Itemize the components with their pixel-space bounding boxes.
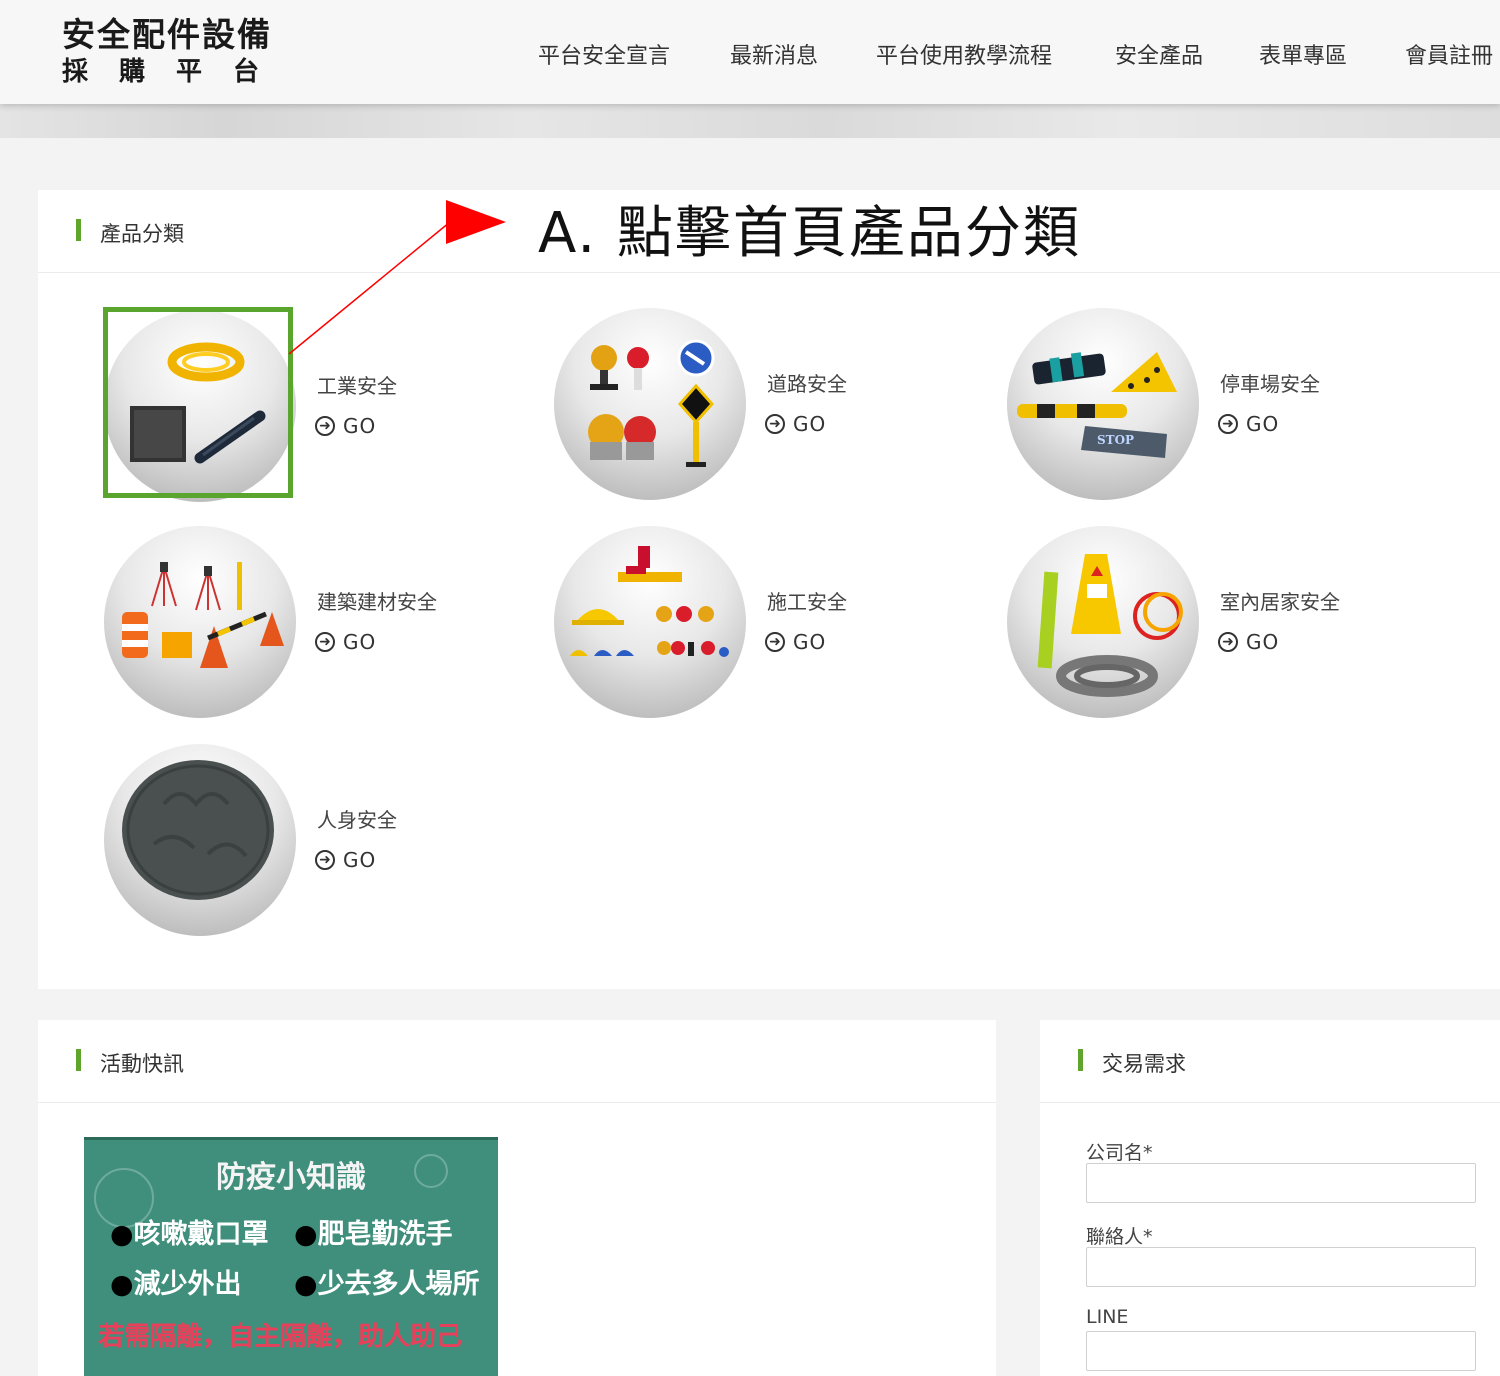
go-label: GO [793,412,827,436]
category-name-worksite: 施工安全 [767,590,847,614]
line-id-input[interactable] [1086,1331,1476,1371]
title-accent-bar [76,1049,81,1071]
category-item-home[interactable]: 室內居家安全 ➜ GO [1007,526,1427,726]
go-arrow-icon: ➜ [315,416,335,436]
category-image-construction[interactable] [104,526,296,718]
site-header: 安全配件設備 採購平台 平台安全宣言 最新消息 平台使用教學流程 安全產品 表單… [0,0,1500,104]
go-label: GO [343,848,377,872]
go-label: GO [1246,630,1280,654]
annotation-highlight-box [103,307,293,498]
trade-panel: 交易需求 公司名* 聯絡人* LINE [1040,1020,1500,1376]
go-label: GO [1246,412,1280,436]
notice-title: 防疫小知識 [216,1160,366,1195]
go-link-home[interactable]: ➜ GO [1218,630,1279,654]
category-name-home: 室內居家安全 [1220,590,1340,614]
notice-slogan: 若需隔離，自主隔離，助人助己 [98,1322,463,1352]
notice-item: ●少去多人場所 [294,1269,480,1300]
nav-item-safety-products[interactable]: 安全產品 [1115,38,1203,70]
category-image-home[interactable] [1007,526,1199,718]
category-image-personal[interactable] [104,744,296,936]
contact-person-input[interactable] [1086,1247,1476,1287]
title-accent-bar [1078,1049,1083,1071]
category-name-industrial: 工業安全 [317,374,397,398]
notice-item: ●咳嗽戴口罩 [110,1219,269,1250]
go-arrow-icon: ➜ [765,632,785,652]
go-arrow-icon: ➜ [315,632,335,652]
category-name-personal: 人身安全 [317,808,397,832]
category-item-parking[interactable]: STOP 停車場安全 ➜ GO [1007,308,1427,508]
company-name-label: 公司名* [1086,1142,1153,1164]
go-arrow-icon: ➜ [315,850,335,870]
go-arrow-icon: ➜ [1218,632,1238,652]
category-item-worksite[interactable]: 施工安全 ➜ GO [554,526,974,726]
category-image-road[interactable] [554,308,746,500]
go-label: GO [793,630,827,654]
go-label: GO [343,630,377,654]
notice-item: ●減少外出 [110,1269,242,1300]
category-name-construction: 建築建材安全 [317,590,437,614]
go-link-worksite[interactable]: ➜ GO [765,630,826,654]
go-link-industrial[interactable]: ➜ GO [315,414,376,438]
go-link-personal[interactable]: ➜ GO [315,848,376,872]
contact-person-label: 聯絡人* [1086,1226,1153,1248]
news-panel-title: 活動快訊 [100,1052,184,1076]
category-name-road: 道路安全 [767,372,847,396]
notice-item: ●肥皂勤洗手 [294,1219,453,1250]
annotation-instruction: A. 點擊首頁產品分類 [538,201,1081,266]
nav-item-news[interactable]: 最新消息 [730,38,818,70]
banner-strip [0,104,1500,138]
category-item-construction[interactable]: 建築建材安全 ➜ GO [104,526,524,726]
news-panel-header: 活動快訊 [38,1020,996,1103]
go-arrow-icon: ➜ [765,414,785,434]
go-label: GO [343,414,377,438]
company-name-input[interactable] [1086,1163,1476,1203]
category-item-road[interactable]: 道路安全 ➜ GO [554,308,974,508]
category-image-parking[interactable]: STOP [1007,308,1199,500]
category-item-personal[interactable]: 人身安全 ➜ GO [104,744,524,944]
trade-panel-title: 交易需求 [1102,1052,1186,1076]
title-accent-bar [76,219,81,241]
nav-item-tutorial[interactable]: 平台使用教學流程 [876,38,1052,70]
line-id-label: LINE [1086,1306,1129,1328]
trade-panel-header: 交易需求 [1040,1020,1500,1103]
go-link-parking[interactable]: ➜ GO [1218,412,1279,436]
category-image-worksite[interactable] [554,526,746,718]
category-name-parking: 停車場安全 [1220,372,1320,396]
go-arrow-icon: ➜ [1218,414,1238,434]
main-nav: 平台安全宣言 最新消息 平台使用教學流程 安全產品 表單專區 會員註冊 [0,38,1500,70]
go-link-construction[interactable]: ➜ GO [315,630,376,654]
go-link-road[interactable]: ➜ GO [765,412,826,436]
nav-item-forms[interactable]: 表單專區 [1259,38,1347,70]
category-panel-title: 產品分類 [100,222,184,246]
nav-item-member-register[interactable]: 會員註冊 [1405,38,1493,70]
nav-item-safety-declaration[interactable]: 平台安全宣言 [538,38,670,70]
epidemic-notice-image[interactable]: 防疫小知識 ●咳嗽戴口罩 ●肥皂勤洗手 ●減少外出 ●少去多人場所 若需隔離，自… [84,1137,498,1376]
svg-text:STOP: STOP [1097,433,1134,447]
